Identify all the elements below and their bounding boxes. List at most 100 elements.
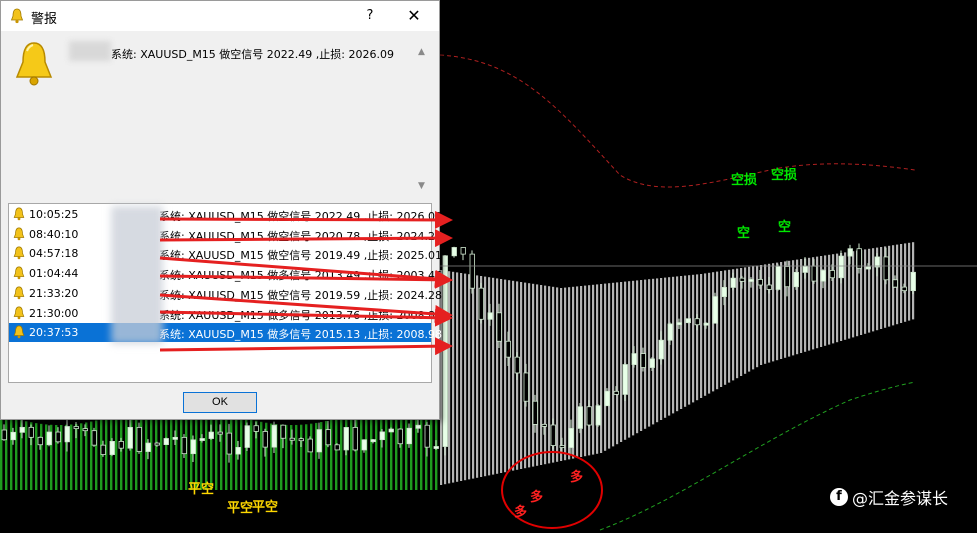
scroll-down-icon[interactable]: ▼ (418, 181, 425, 191)
candle-body (505, 340, 511, 358)
annotation-arrow (159, 210, 453, 229)
candle-body (127, 426, 133, 449)
candle-body (685, 318, 691, 324)
candle-body (649, 358, 655, 368)
band-fill-bar (588, 285, 591, 456)
candle-body (208, 431, 214, 439)
band-fill-bar (532, 283, 535, 467)
band-fill-bar (80, 423, 83, 490)
candle-body (469, 253, 475, 289)
band-fill-bar (310, 423, 313, 490)
candle-body (100, 444, 106, 455)
candle-body (802, 265, 808, 273)
band-fill-bar (676, 276, 679, 412)
alert-time: 04:57:18 (29, 247, 79, 261)
candle-body (235, 447, 241, 455)
alert-time: 10:05:25 (29, 208, 79, 221)
help-button[interactable]: ? (357, 5, 383, 27)
candle-body (784, 266, 790, 288)
candle-body (739, 277, 745, 282)
band-fill-bar (512, 280, 515, 471)
band-fill-bar (476, 275, 479, 478)
band-fill-bar (680, 276, 683, 409)
band-fill-bar (125, 412, 128, 490)
band-fill-bar (772, 263, 775, 362)
flat-short-label: 平空 (188, 482, 215, 497)
band-fill-bar (808, 257, 811, 351)
band-fill-bar (728, 269, 731, 383)
band-fill-bar (616, 282, 619, 445)
buy-signal-label: 多 (530, 490, 544, 505)
candle-body (280, 424, 286, 439)
band-fill-bar (576, 286, 579, 458)
buy-signal-label: 多 (514, 505, 528, 520)
band-fill-bar (10, 417, 13, 490)
candle-body (748, 279, 754, 282)
band-fill-bar (612, 282, 615, 447)
band-fill-bar (70, 424, 73, 490)
band-fill-bar (748, 266, 751, 372)
candle-body (109, 441, 115, 455)
sell-signal-label: 空 (737, 226, 751, 241)
band-fill-bar (872, 248, 875, 332)
candle-body (883, 256, 889, 281)
candle-body (181, 436, 187, 455)
band-fill-bar (0, 415, 3, 490)
band-fill-bar (744, 267, 747, 374)
band-fill-bar (696, 274, 699, 401)
candle-body (856, 248, 862, 269)
candle-body (361, 439, 367, 451)
band-fill-bar (115, 415, 118, 490)
band-fill-bar (684, 275, 687, 407)
candle-body (19, 426, 25, 433)
alert-time: 20:37:53 (29, 326, 79, 340)
dialog-title: 警报 (31, 12, 58, 27)
band-fill-bar (25, 421, 28, 490)
candle-body (766, 284, 772, 290)
band-fill-bar (880, 247, 883, 329)
candle-body (901, 286, 907, 292)
candle-body (604, 390, 610, 407)
band-fill-bar (800, 259, 803, 353)
band-fill-bar (120, 413, 123, 490)
candle-body (523, 372, 529, 402)
flat-short-label: 平空 (227, 501, 254, 516)
band-fill-bar (300, 424, 303, 490)
candle-body (532, 400, 538, 425)
band-fill-bar (828, 254, 831, 345)
candle-body (352, 427, 358, 451)
band-fill-bar (35, 423, 38, 490)
band-fill-bar (736, 268, 739, 379)
candle-body (550, 424, 556, 446)
close-button[interactable]: ✕ (401, 5, 427, 27)
bell-icon (12, 306, 26, 320)
redacted-area (69, 41, 111, 61)
band-fill-bar (365, 410, 368, 490)
band-fill-bar (508, 280, 511, 472)
candle-body (136, 426, 142, 452)
annotation-arrow (159, 229, 453, 248)
band-fill-bar (540, 285, 543, 465)
band-fill-bar (624, 281, 627, 440)
candle-body (37, 436, 43, 446)
candle-body (397, 428, 403, 445)
band-fill-bar (375, 408, 378, 490)
alert-time: 08:40:10 (29, 227, 79, 241)
band-fill-bar (564, 287, 567, 461)
band-fill-bar (716, 271, 719, 390)
candle-body (613, 390, 619, 395)
sell-stop-label: 空损 (731, 173, 758, 188)
candle-body (874, 256, 880, 268)
candle-body (775, 266, 781, 290)
scroll-up-icon[interactable]: ▲ (418, 47, 425, 57)
candle-body (910, 271, 916, 292)
dialog-titlebar[interactable]: 警报 ? ✕ (1, 1, 439, 31)
band-fill-bar (700, 274, 703, 398)
ok-button[interactable]: OK (183, 392, 257, 413)
candle-body (595, 405, 601, 426)
band-fill-bar (852, 251, 855, 338)
band-fill-bar (370, 409, 373, 490)
candle-body (433, 446, 439, 449)
candle-body (253, 425, 259, 432)
band-fill-bar (904, 243, 907, 322)
